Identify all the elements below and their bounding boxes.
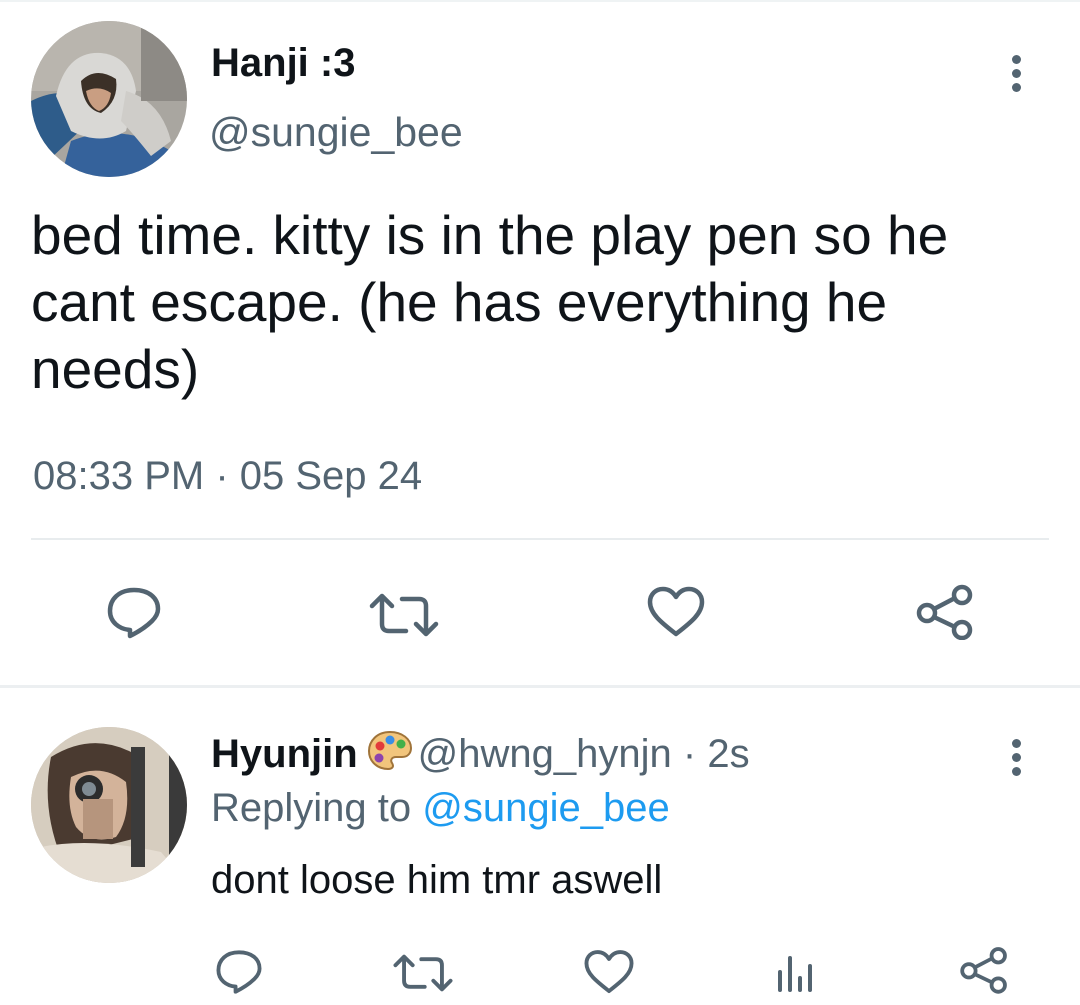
avatar[interactable] xyxy=(31,727,187,883)
analytics-icon[interactable] xyxy=(776,950,816,994)
divider xyxy=(0,685,1080,688)
top-border xyxy=(0,0,1080,2)
like-icon[interactable] xyxy=(646,586,706,638)
avatar-photo xyxy=(31,727,187,883)
reply-author-name[interactable]: Hyunjin xyxy=(211,732,358,776)
reply-icon[interactable] xyxy=(213,948,265,996)
avatar[interactable] xyxy=(31,21,187,177)
more-vertical-icon[interactable] xyxy=(1000,736,1032,778)
share-icon[interactable] xyxy=(914,584,976,640)
meta-separator: · xyxy=(204,454,240,498)
reply-icon[interactable] xyxy=(104,585,164,641)
reply-text: dont loose him tmr aswell xyxy=(211,858,663,902)
avatar-photo xyxy=(31,21,187,177)
author-name[interactable]: Hanji :3 xyxy=(211,40,355,86)
more-vertical-icon[interactable] xyxy=(1000,52,1032,94)
reply-time: 2s xyxy=(707,732,750,776)
reply-header: Hyunjin @hwng_hynjn · 2s xyxy=(211,729,750,778)
author-handle[interactable]: @sungie_bee xyxy=(209,108,463,156)
tweet-time: 08:33 PM xyxy=(33,454,205,498)
retweet-icon[interactable] xyxy=(368,590,440,640)
tweet-date: 05 Sep 24 xyxy=(239,454,423,498)
tweet-timestamp: 08:33 PM · 05 Sep 24 xyxy=(33,452,422,500)
replying-to-link[interactable]: @sungie_bee xyxy=(422,786,669,830)
reply-author-handle[interactable]: @hwng_hynjn xyxy=(418,732,672,776)
artist-palette-icon xyxy=(367,730,412,771)
like-icon[interactable] xyxy=(583,949,635,995)
divider xyxy=(31,538,1049,540)
retweet-icon[interactable] xyxy=(392,951,454,995)
replying-to: Replying to @sungie_bee xyxy=(211,784,670,832)
tweet-text: bed time. kitty is in the play pen so he… xyxy=(31,204,949,400)
replying-prefix: Replying to xyxy=(211,786,423,830)
reply-separator: · xyxy=(671,732,708,776)
share-icon[interactable] xyxy=(958,946,1010,994)
